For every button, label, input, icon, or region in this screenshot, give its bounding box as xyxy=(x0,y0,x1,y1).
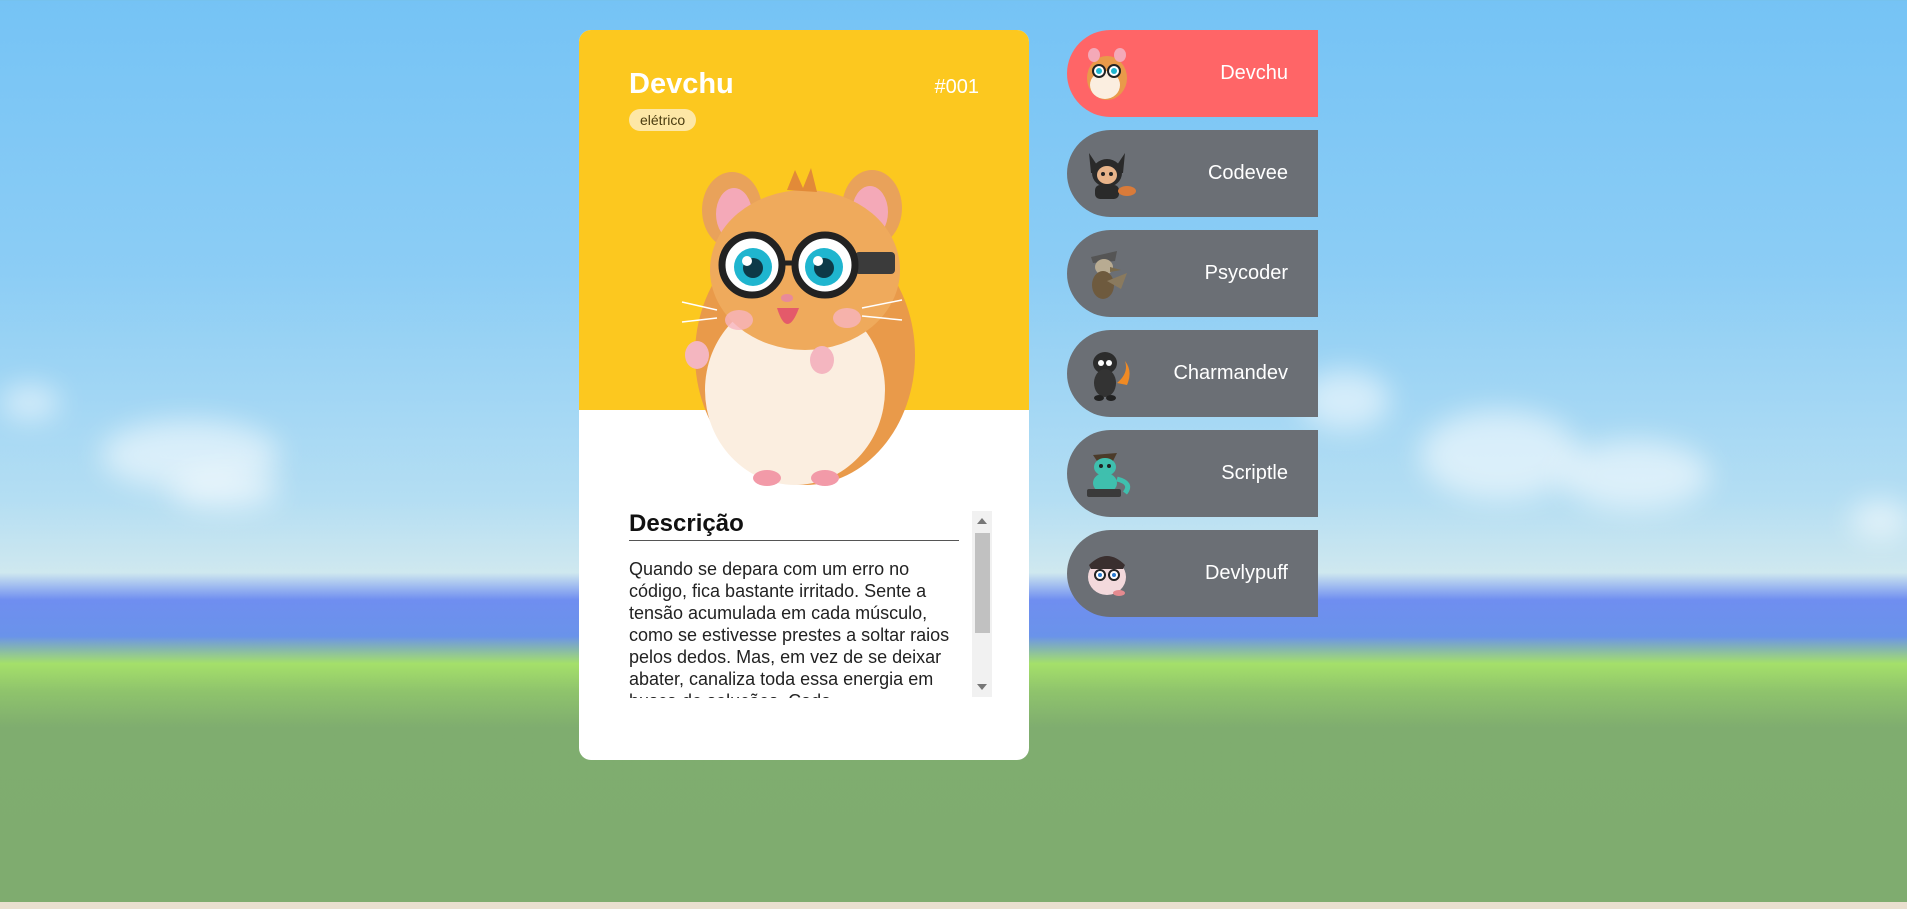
description-text: Quando se depara com um erro no código, … xyxy=(629,559,950,698)
type-badge: elétrico xyxy=(629,109,697,131)
list-item-label: Codevee xyxy=(1207,162,1288,184)
duck-hat-icon xyxy=(1091,251,1127,299)
creature-card: Devchu #001 elétrico Descrição Quando se… xyxy=(579,30,1029,760)
creature-list: Devchu Codevee Psycoder Charmandev Scrip… xyxy=(1067,30,1318,630)
cloud xyxy=(0,385,60,420)
cloud xyxy=(1420,410,1580,500)
list-item-label: Devchu xyxy=(1220,62,1288,84)
turtle-laptop-icon xyxy=(1087,453,1131,497)
creature-number: #001 xyxy=(934,76,980,98)
list-item-charmandev[interactable]: Charmandev xyxy=(1067,330,1318,417)
description-scrollbar[interactable] xyxy=(972,511,992,697)
creature-name: Devchu xyxy=(629,68,734,100)
list-item-label: Psycoder xyxy=(1204,262,1288,284)
description-title: Descrição xyxy=(629,510,959,541)
list-item-label: Devlypuff xyxy=(1204,562,1288,584)
scroll-up-icon[interactable] xyxy=(977,518,987,524)
list-item-label: Scriptle xyxy=(1221,462,1288,484)
list-item-devchu[interactable]: Devchu xyxy=(1067,30,1318,117)
scroll-down-icon[interactable] xyxy=(977,684,987,690)
list-item-codevee[interactable]: Codevee xyxy=(1067,130,1318,217)
list-item-psycoder[interactable]: Psycoder xyxy=(1067,230,1318,317)
cloud xyxy=(1560,440,1710,510)
list-item-devlypuff[interactable]: Devlypuff xyxy=(1067,530,1318,617)
cloud xyxy=(1850,500,1907,540)
list-item-label: Charmandev xyxy=(1173,362,1288,384)
lizard-flame-icon xyxy=(1093,352,1130,401)
fox-hoodie-icon xyxy=(1089,153,1136,199)
ground-strip xyxy=(0,902,1907,909)
scroll-thumb[interactable] xyxy=(975,533,990,633)
hamster-glasses-icon xyxy=(681,168,915,486)
hamster-glasses-icon xyxy=(1087,48,1127,100)
description-panel[interactable]: Descrição Quando se depara com um erro n… xyxy=(629,510,999,698)
cloud xyxy=(170,470,280,510)
puffball-glasses-icon xyxy=(1088,556,1126,596)
list-item-scriptle[interactable]: Scriptle xyxy=(1067,430,1318,517)
